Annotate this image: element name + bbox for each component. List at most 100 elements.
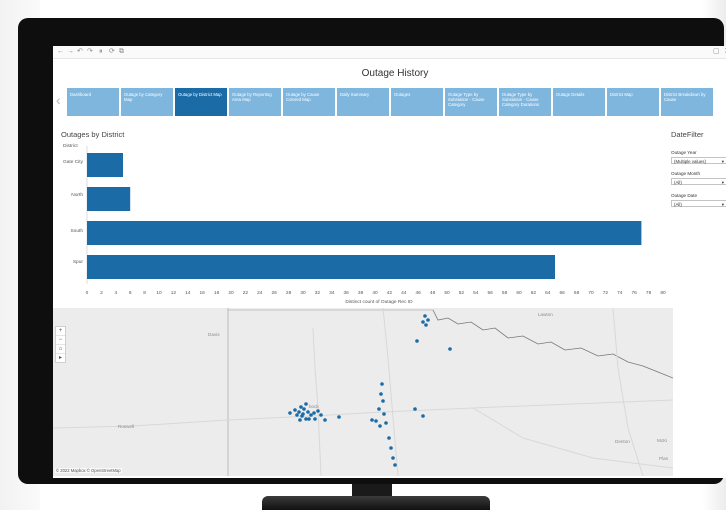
outage-point[interactable] bbox=[381, 399, 385, 403]
outage-point[interactable] bbox=[421, 320, 425, 324]
x-tick-label: 14 bbox=[185, 290, 191, 296]
outage-point[interactable] bbox=[374, 419, 378, 423]
tab-district-breakdown-by-cause[interactable]: District Breakdown by Cause bbox=[661, 88, 713, 116]
outage-point[interactable] bbox=[379, 392, 383, 396]
outage-point[interactable] bbox=[391, 456, 395, 460]
home-icon[interactable]: ⌂ bbox=[56, 345, 65, 354]
tab-outage-by-cause-colored-map[interactable]: Outage by Cause Colored Map bbox=[283, 88, 335, 116]
outage-point[interactable] bbox=[370, 418, 374, 422]
outage-point[interactable] bbox=[299, 405, 303, 409]
outage-point[interactable] bbox=[319, 413, 323, 417]
outage-date-select[interactable]: (All) ▾ bbox=[671, 200, 726, 207]
zoom-in-button[interactable]: + bbox=[56, 327, 65, 336]
outage-point[interactable] bbox=[313, 417, 317, 421]
river-border-line bbox=[432, 309, 673, 379]
dashboard-title: Outage History bbox=[361, 68, 429, 79]
outage-point[interactable] bbox=[389, 446, 393, 450]
tab-outage-type-by-substation-cause-category-durations[interactable]: Outage Type by Substation - Cause Catego… bbox=[499, 88, 551, 116]
section-title: Outages by District bbox=[61, 130, 125, 139]
tab-outage-type-by-substation-cause-category[interactable]: Outage Type by Substation - Cause Catego… bbox=[445, 88, 497, 116]
outage-point[interactable] bbox=[306, 410, 310, 414]
tab-dashboard[interactable]: Dashboard bbox=[67, 88, 119, 116]
x-tick-label: 78 bbox=[646, 290, 652, 296]
tab-strip: Dashboard Outage by Category Map Outage … bbox=[67, 88, 726, 116]
outage-point[interactable] bbox=[413, 407, 417, 411]
x-tick-label: 28 bbox=[286, 290, 292, 296]
outage-point[interactable] bbox=[393, 463, 397, 467]
x-tick-label: 40 bbox=[372, 290, 378, 296]
bar-north[interactable] bbox=[87, 187, 131, 211]
outage-point[interactable] bbox=[295, 413, 299, 417]
town-label-denton: Denton bbox=[615, 439, 630, 444]
bar-south[interactable] bbox=[87, 221, 642, 245]
outage-point[interactable] bbox=[378, 424, 382, 428]
outage-point[interactable] bbox=[415, 339, 419, 343]
bar-gate-city[interactable] bbox=[87, 153, 123, 177]
x-tick-label: 74 bbox=[617, 290, 623, 296]
tab-outages[interactable]: Outages bbox=[391, 88, 443, 116]
outage-point[interactable] bbox=[424, 323, 428, 327]
outage-point[interactable] bbox=[380, 382, 384, 386]
refresh-icon[interactable]: ⟳ bbox=[109, 47, 115, 57]
outage-point[interactable] bbox=[307, 417, 311, 421]
redo-icon[interactable]: ↷ bbox=[87, 47, 93, 57]
undo-icon[interactable]: ↶ bbox=[77, 47, 83, 57]
outage-point[interactable] bbox=[288, 411, 292, 415]
outage-point[interactable] bbox=[423, 314, 427, 318]
outage-month-value: (All) bbox=[674, 180, 682, 185]
pause-icon[interactable]: ⏸ bbox=[99, 47, 103, 57]
x-tick-label: 70 bbox=[588, 290, 594, 296]
share-icon[interactable]: ⧉ bbox=[119, 47, 124, 57]
x-tick-label: 20 bbox=[228, 290, 234, 296]
tab-outage-by-category-map[interactable]: Outage by Category Map bbox=[121, 88, 173, 116]
outage-point[interactable] bbox=[298, 418, 302, 422]
town-label-lubbock: bock bbox=[309, 404, 319, 409]
road-line bbox=[472, 407, 673, 469]
district-map[interactable]: + − ⌂ ▸ Lawton Davis bock Roswell Denton… bbox=[53, 308, 673, 476]
outage-point[interactable] bbox=[384, 421, 388, 425]
tab-outage-by-reporting-area-map[interactable]: Outage by Reporting Area Map bbox=[229, 88, 281, 116]
outage-point[interactable] bbox=[301, 412, 305, 416]
x-tick-label: 26 bbox=[272, 290, 278, 296]
x-tick-label: 56 bbox=[488, 290, 494, 296]
outage-month-select[interactable]: (All) ▾ bbox=[671, 178, 726, 185]
outage-point[interactable] bbox=[302, 407, 306, 411]
x-tick-label: 60 bbox=[516, 290, 522, 296]
outage-point[interactable] bbox=[426, 318, 430, 322]
outage-point[interactable] bbox=[448, 347, 452, 351]
tab-district-map[interactable]: District Map bbox=[607, 88, 659, 116]
outage-point[interactable] bbox=[377, 407, 381, 411]
x-tick-label: 44 bbox=[401, 290, 407, 296]
road-line bbox=[53, 399, 673, 429]
back-arrow-icon[interactable]: ← bbox=[57, 47, 64, 57]
outage-point[interactable] bbox=[293, 408, 297, 412]
outage-point[interactable] bbox=[421, 414, 425, 418]
outage-point[interactable] bbox=[387, 436, 391, 440]
tabs-prev-arrow-icon[interactable]: ‹ bbox=[56, 92, 61, 108]
outage-point[interactable] bbox=[304, 402, 308, 406]
monitor-frame: ← → ↶ ↷ ⏸ ⟳ ⧉ ▢ ⛶ Outage History ‹ › Das… bbox=[18, 18, 726, 484]
outage-point[interactable] bbox=[309, 413, 313, 417]
bar-spur[interactable] bbox=[87, 255, 555, 279]
x-tick-label: 8 bbox=[143, 290, 146, 296]
outage-point[interactable] bbox=[323, 418, 327, 422]
outage-point[interactable] bbox=[382, 412, 386, 416]
x-tick-label: 24 bbox=[257, 290, 263, 296]
pan-arrow-icon[interactable]: ▸ bbox=[56, 354, 65, 362]
outage-point[interactable] bbox=[337, 415, 341, 419]
comment-icon[interactable]: ▢ bbox=[713, 47, 720, 57]
outage-year-select[interactable]: (Multiple values) ▾ bbox=[671, 157, 726, 164]
monitor-stand-base bbox=[262, 496, 490, 510]
outage-point[interactable] bbox=[316, 409, 320, 413]
zoom-out-button[interactable]: − bbox=[56, 336, 65, 345]
x-tick-label: 36 bbox=[344, 290, 350, 296]
town-label-plano: Plan bbox=[659, 456, 669, 461]
outage-point[interactable] bbox=[297, 410, 301, 414]
outage-point[interactable] bbox=[312, 411, 316, 415]
tab-outage-details[interactable]: Outage Details bbox=[553, 88, 605, 116]
outage-date-value: (All) bbox=[674, 202, 682, 207]
tab-daily-summary[interactable]: Daily Summary bbox=[337, 88, 389, 116]
tab-outage-by-district-map[interactable]: Outage by District Map bbox=[175, 88, 227, 116]
forward-arrow-icon[interactable]: → bbox=[67, 47, 74, 57]
map-zoom-controls: + − ⌂ ▸ bbox=[55, 326, 66, 363]
